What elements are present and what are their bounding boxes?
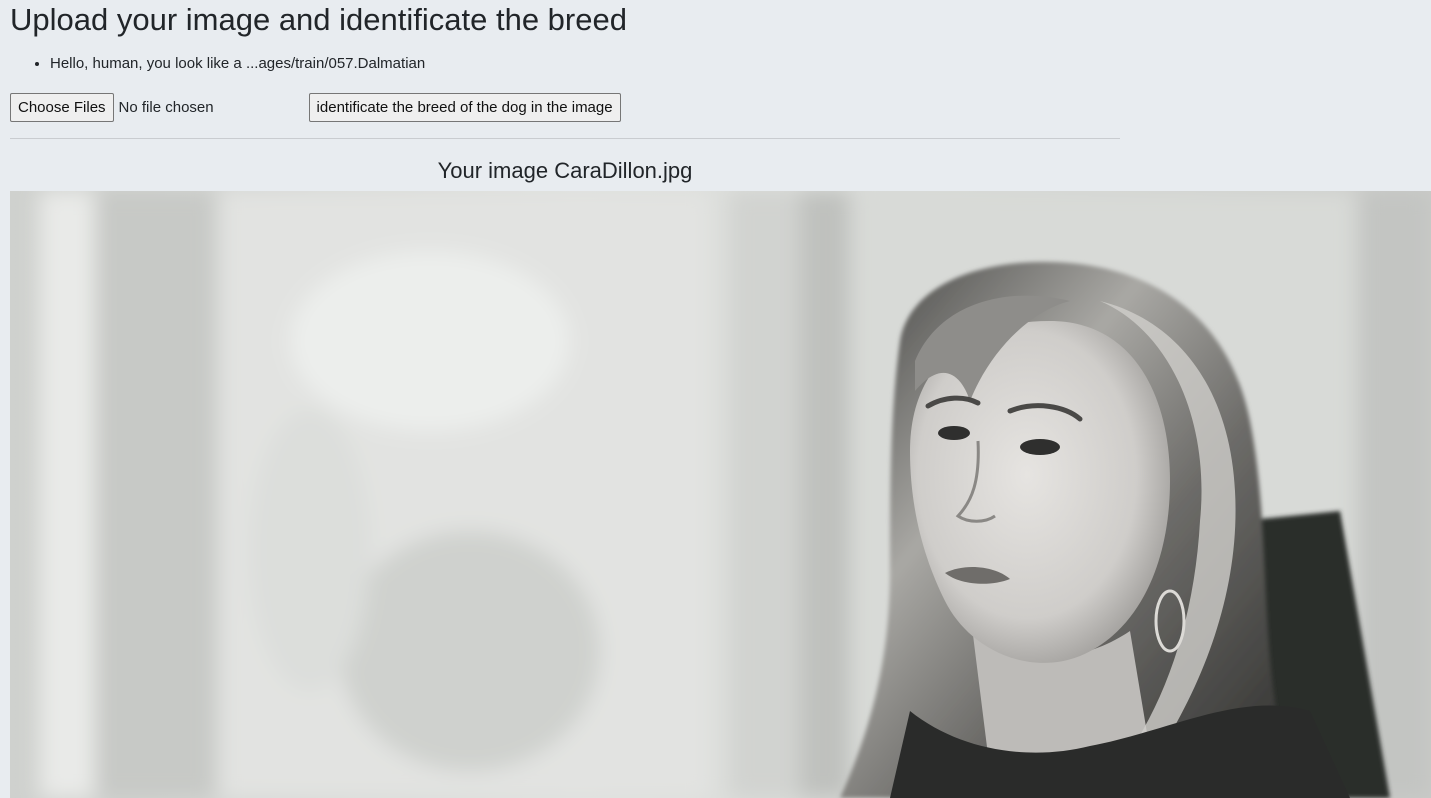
page: Upload your image and identificate the b… xyxy=(0,0,1431,798)
page-title: Upload your image and identificate the b… xyxy=(10,2,627,37)
divider xyxy=(10,138,1120,139)
messages-list: Hello, human, you look like a ...ages/tr… xyxy=(10,54,425,74)
choose-files-button[interactable]: Choose Files xyxy=(10,93,114,122)
upload-form: Choose Files No file chosen identificate… xyxy=(10,93,621,122)
file-status-text: No file chosen xyxy=(118,99,214,116)
portrait-photo xyxy=(10,191,1431,798)
identify-breed-button[interactable]: identificate the breed of the dog in the… xyxy=(308,93,621,122)
image-title: Your image CaraDillon.jpg xyxy=(437,158,693,183)
uploaded-image xyxy=(10,191,1431,798)
message-item: Hello, human, you look like a ...ages/tr… xyxy=(50,54,425,74)
